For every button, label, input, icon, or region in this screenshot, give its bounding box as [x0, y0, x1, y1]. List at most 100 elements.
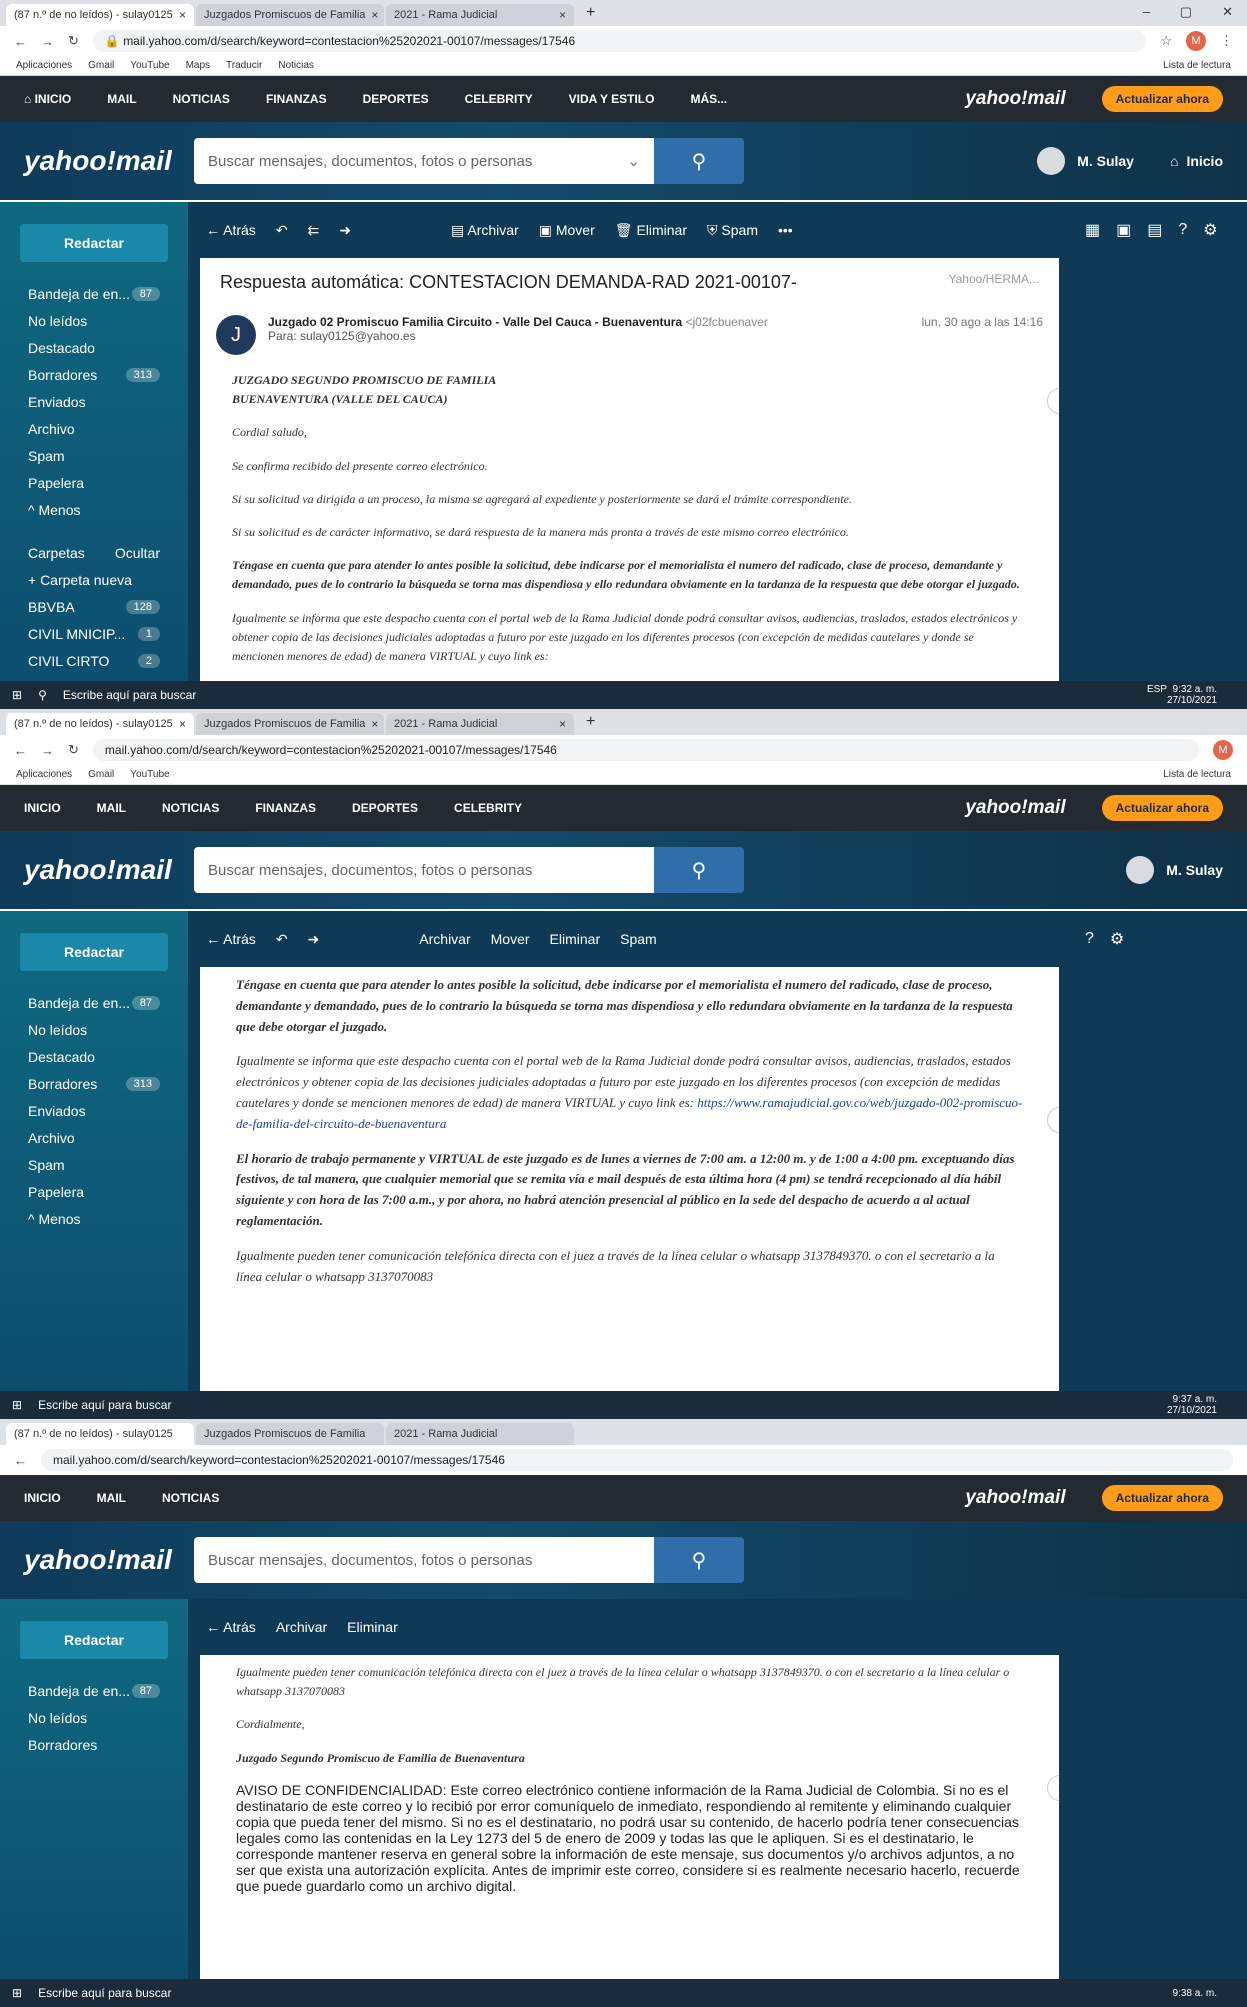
folder-sent[interactable]: Enviados	[0, 1097, 188, 1124]
folder-inbox[interactable]: Bandeja de en... 87	[0, 1677, 188, 1704]
archive-button[interactable]: Archivar	[419, 931, 470, 947]
url-field[interactable]: mail.yahoo.com/d/search/keyword=contesta…	[41, 1449, 1233, 1471]
folder-bbvba[interactable]: BBVBA 128	[0, 593, 188, 620]
nav-finanzas[interactable]: FINANZAS	[255, 801, 316, 815]
spam-button[interactable]: Spam	[620, 931, 657, 947]
home-link[interactable]: ⌂ Inicio	[1170, 153, 1223, 169]
user-menu[interactable]: M. Sulay ⌂ Inicio	[1037, 147, 1223, 175]
upgrade-button[interactable]: Actualizar ahora	[1101, 795, 1223, 821]
upgrade-button[interactable]: Actualizar ahora	[1101, 86, 1223, 112]
nav-celebrity[interactable]: CELEBRITY	[454, 801, 522, 815]
compose-button[interactable]: Redactar	[20, 933, 168, 971]
upgrade-button[interactable]: Actualizar ahora	[1101, 1485, 1223, 1511]
delete-button[interactable]: Eliminar	[347, 1619, 398, 1635]
folder-unread[interactable]: No leídos	[0, 1016, 188, 1043]
archive-button[interactable]: Archivar	[276, 1619, 327, 1635]
folder-unread[interactable]: No leídos	[0, 307, 188, 334]
bookmark-maps[interactable]: Maps	[186, 60, 210, 71]
reply-all-icon[interactable]: ⇇	[308, 222, 320, 239]
mail-logo[interactable]: yahoo!mail	[24, 145, 194, 177]
bookmark-news[interactable]: Noticias	[278, 60, 314, 71]
mail-logo[interactable]: yahoo!mail	[24, 1544, 194, 1576]
bookmark-youtube[interactable]: YouTube	[130, 769, 169, 780]
notepad-icon[interactable]: ▤	[1147, 220, 1162, 240]
windows-icon[interactable]: ⊞	[12, 1986, 22, 2000]
folder-drafts[interactable]: Borradores 313	[0, 1070, 188, 1097]
folder-starred[interactable]: Destacado	[0, 334, 188, 361]
help-icon[interactable]: ?	[1085, 930, 1094, 948]
bookmark-youtube[interactable]: YouTube	[130, 60, 169, 71]
folder-spam[interactable]: Spam	[0, 1151, 188, 1178]
nav-celebrity[interactable]: CELEBRITY	[465, 92, 533, 106]
less-toggle[interactable]: ^ Menos	[0, 496, 188, 523]
back-icon[interactable]: ←	[14, 743, 27, 758]
search-button[interactable]: ⚲	[654, 138, 744, 184]
back-button[interactable]: ← Atrás	[206, 222, 256, 238]
search-input[interactable]: Buscar mensajes, documentos, fotos o per…	[194, 138, 654, 184]
folder-inbox[interactable]: Bandeja de en... 87	[0, 989, 188, 1016]
bookmark-apps[interactable]: Aplicaciones	[16, 769, 72, 780]
reload-icon[interactable]: ↻	[68, 742, 79, 758]
close-icon[interactable]: ×	[371, 717, 378, 731]
folder-spam[interactable]: Spam	[0, 442, 188, 469]
hide-link[interactable]: Ocultar	[115, 545, 160, 561]
new-tab-icon[interactable]: +	[576, 4, 605, 26]
nav-vida[interactable]: VIDA Y ESTILO	[569, 92, 655, 106]
search-input[interactable]: Buscar mensajes, documentos, fotos o per…	[194, 847, 654, 893]
gear-icon[interactable]: ⚙	[1203, 220, 1217, 240]
forward-icon[interactable]: ➜	[339, 222, 351, 239]
back-button[interactable]: ← Atrás	[206, 931, 256, 947]
search-button[interactable]: ⚲	[654, 847, 744, 893]
menu-icon[interactable]: ⋮	[1220, 33, 1233, 49]
nav-noticias[interactable]: NOTICIAS	[162, 801, 219, 815]
mail-logo[interactable]: yahoo!mail	[24, 854, 194, 886]
move-button[interactable]: Mover	[491, 931, 530, 947]
close-icon[interactable]: ×	[179, 8, 186, 22]
tab-rama[interactable]: 2021 - Rama Judicial	[386, 1423, 574, 1445]
bookmark-apps[interactable]: Aplicaciones	[16, 60, 72, 71]
folder-archive[interactable]: Archivo	[0, 1124, 188, 1151]
close-icon[interactable]: ×	[179, 717, 186, 731]
compose-button[interactable]: Redactar	[20, 1621, 168, 1659]
bookmark-gmail[interactable]: Gmail	[88, 769, 114, 780]
contacts-icon[interactable]: ▦	[1085, 220, 1100, 240]
nav-mail[interactable]: MAIL	[97, 801, 126, 815]
close-window-icon[interactable]: ✕	[1222, 4, 1233, 20]
folder-civil-mun[interactable]: CIVIL MNICIP... 1	[0, 620, 188, 647]
tab-yahoo[interactable]: (87 n.º de no leídos) - sulay0125 ×	[6, 4, 194, 26]
taskbar-search[interactable]: Escribe aquí para buscar	[63, 688, 196, 702]
folder-drafts[interactable]: Borradores	[0, 1731, 188, 1758]
tab-yahoo[interactable]: (87 n.º de no leídos) - sulay0125 ×	[6, 713, 194, 735]
calendar-icon[interactable]: ▣	[1116, 220, 1131, 240]
bookmark-gmail[interactable]: Gmail	[88, 60, 114, 71]
back-icon[interactable]: ←	[14, 1453, 27, 1468]
tab-yahoo[interactable]: (87 n.º de no leídos) - sulay0125	[6, 1423, 194, 1445]
nav-mas[interactable]: MÁS...	[690, 92, 727, 106]
delete-button[interactable]: Eliminar	[550, 931, 601, 947]
move-button[interactable]: ▣ Mover	[539, 222, 595, 239]
brand-logo[interactable]: yahoo!mail	[965, 88, 1065, 110]
back-icon[interactable]: ←	[14, 34, 27, 49]
user-menu[interactable]: M. Sulay	[1126, 856, 1223, 884]
tab-juzgados[interactable]: Juzgados Promiscuos de Familia ×	[196, 713, 384, 735]
folder-sent[interactable]: Enviados	[0, 388, 188, 415]
less-toggle[interactable]: ^ Menos	[0, 1205, 188, 1232]
nav-finanzas[interactable]: FINANZAS	[266, 92, 327, 106]
star-icon[interactable]: ☆	[1160, 33, 1172, 49]
close-icon[interactable]: ×	[559, 8, 566, 22]
compose-button[interactable]: Redactar	[20, 224, 168, 262]
delete-button[interactable]: 🗑 Eliminar	[615, 222, 687, 239]
reply-icon[interactable]: ↶	[276, 931, 288, 948]
reading-list[interactable]: Lista de lectura	[1163, 60, 1231, 71]
tab-juzgados[interactable]: Juzgados Promiscuos de Familia ×	[196, 4, 384, 26]
gear-icon[interactable]: ⚙	[1110, 929, 1124, 949]
folder-drafts[interactable]: Borradores 313	[0, 361, 188, 388]
nav-deportes[interactable]: DEPORTES	[352, 801, 418, 815]
brand-logo[interactable]: yahoo!mail	[965, 797, 1065, 819]
url-field[interactable]: mail.yahoo.com/d/search/keyword=contesta…	[92, 739, 1199, 761]
reply-icon[interactable]: ↶	[276, 222, 288, 239]
folder-unread[interactable]: No leídos	[0, 1704, 188, 1731]
close-icon[interactable]: ×	[371, 8, 378, 22]
forward-icon[interactable]: →	[41, 34, 54, 49]
tab-rama[interactable]: 2021 - Rama Judicial ×	[386, 4, 574, 26]
